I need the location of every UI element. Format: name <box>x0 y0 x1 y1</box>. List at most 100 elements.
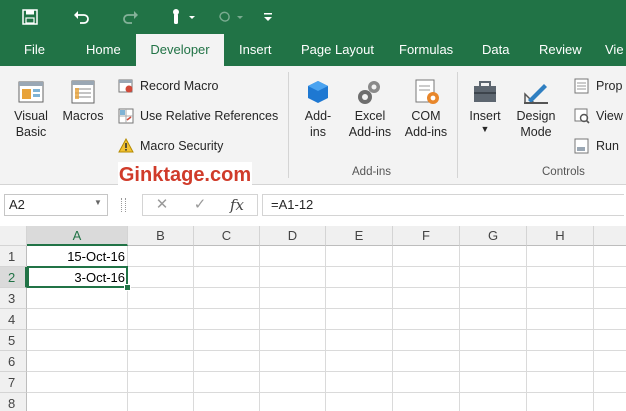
cell-a1[interactable]: 15-Oct-16 <box>27 246 128 267</box>
tab-view[interactable]: Vie <box>593 34 626 66</box>
grid-cell[interactable] <box>128 267 194 288</box>
view-code-button[interactable]: View <box>574 108 623 124</box>
tab-formulas[interactable]: Formulas <box>387 34 465 66</box>
grid-cell[interactable] <box>260 372 326 393</box>
grid-cell[interactable] <box>128 393 194 411</box>
grid-cell[interactable] <box>260 267 326 288</box>
customize-qat-icon[interactable] <box>258 3 278 31</box>
redo-icon[interactable] <box>114 3 146 31</box>
grid-cell[interactable] <box>527 372 594 393</box>
grid-cell[interactable] <box>527 351 594 372</box>
grid-cell[interactable] <box>27 393 128 411</box>
column-header-partial[interactable] <box>594 226 626 246</box>
column-header-g[interactable]: G <box>460 226 527 246</box>
enter-icon[interactable]: ✓ <box>188 194 212 216</box>
record-macro-button[interactable]: Record Macro <box>118 78 219 94</box>
grid-cell[interactable] <box>260 351 326 372</box>
row-header-8[interactable]: 8 <box>0 393 27 411</box>
grid-cell[interactable] <box>27 351 128 372</box>
row-header-3[interactable]: 3 <box>0 288 27 309</box>
save-icon[interactable] <box>14 3 46 31</box>
column-header-e[interactable]: E <box>326 226 393 246</box>
grid-cell[interactable] <box>326 246 393 267</box>
grid-cell[interactable] <box>594 267 626 288</box>
formula-bar-splitter[interactable] <box>121 198 126 212</box>
grid-cell[interactable] <box>594 330 626 351</box>
grid-cell[interactable] <box>527 309 594 330</box>
cancel-icon[interactable]: ✕ <box>150 194 174 216</box>
tab-data[interactable]: Data <box>470 34 521 66</box>
grid-cell[interactable] <box>194 309 260 330</box>
grid-cell[interactable] <box>460 351 527 372</box>
macros-button[interactable]: Macros <box>60 76 106 124</box>
tab-home[interactable]: Home <box>74 34 133 66</box>
use-relative-references-button[interactable]: Use Relative References <box>118 108 278 124</box>
row-header-7[interactable]: 7 <box>0 372 27 393</box>
grid-cell[interactable] <box>393 288 460 309</box>
grid-cell[interactable] <box>194 246 260 267</box>
grid-cell[interactable] <box>128 330 194 351</box>
tab-file[interactable]: File <box>12 34 57 66</box>
column-header-d[interactable]: D <box>260 226 326 246</box>
name-box-dropdown-icon[interactable]: ▼ <box>94 198 102 207</box>
grid-cell[interactable] <box>460 393 527 411</box>
grid-cell[interactable] <box>527 393 594 411</box>
grid-cell[interactable] <box>594 288 626 309</box>
touch-mode-icon[interactable] <box>162 3 202 31</box>
undo-icon[interactable] <box>66 3 98 31</box>
row-header-5[interactable]: 5 <box>0 330 27 351</box>
grid-cell[interactable] <box>527 330 594 351</box>
tab-insert[interactable]: Insert <box>227 34 284 66</box>
run-dialog-button[interactable]: Run <box>574 138 619 154</box>
grid-cell[interactable] <box>460 288 527 309</box>
grid-cell[interactable] <box>594 372 626 393</box>
fill-handle[interactable] <box>124 284 131 291</box>
grid-cell[interactable] <box>393 372 460 393</box>
grid-cell[interactable] <box>594 351 626 372</box>
grid-cell[interactable] <box>393 309 460 330</box>
select-all-corner[interactable] <box>0 226 27 246</box>
tab-page-layout[interactable]: Page Layout <box>289 34 386 66</box>
grid-cell[interactable] <box>194 393 260 411</box>
grid-cell[interactable] <box>27 309 128 330</box>
grid-cell[interactable] <box>260 309 326 330</box>
grid-cell[interactable] <box>393 330 460 351</box>
grid-cell[interactable] <box>594 246 626 267</box>
grid-cell[interactable] <box>326 351 393 372</box>
grid-cell[interactable] <box>460 267 527 288</box>
grid-cell[interactable] <box>27 372 128 393</box>
visual-basic-button[interactable]: Visual Basic <box>8 76 54 140</box>
grid-cell[interactable] <box>527 267 594 288</box>
grid-cell[interactable] <box>326 288 393 309</box>
grid-cell[interactable] <box>128 288 194 309</box>
column-header-h[interactable]: H <box>527 226 594 246</box>
row-header-6[interactable]: 6 <box>0 351 27 372</box>
insert-controls-button[interactable]: Insert ▼ <box>463 76 507 134</box>
grid-cell[interactable] <box>27 330 128 351</box>
grid-cell[interactable] <box>260 288 326 309</box>
grid-cell[interactable] <box>326 393 393 411</box>
macro-security-button[interactable]: Macro Security <box>118 138 223 154</box>
grid-cell[interactable] <box>326 267 393 288</box>
grid-cell[interactable] <box>128 309 194 330</box>
grid-cell[interactable] <box>194 372 260 393</box>
tab-review[interactable]: Review <box>527 34 594 66</box>
column-header-c[interactable]: C <box>194 226 260 246</box>
grid-cell[interactable] <box>460 330 527 351</box>
grid-cell[interactable] <box>128 351 194 372</box>
grid-cell[interactable] <box>326 372 393 393</box>
column-header-a[interactable]: A <box>27 226 128 246</box>
grid-cell[interactable] <box>128 372 194 393</box>
insert-function-icon[interactable]: fx <box>224 194 250 216</box>
shapes-icon[interactable] <box>210 3 250 31</box>
grid-cell[interactable] <box>194 351 260 372</box>
properties-button[interactable]: Prop <box>574 78 622 94</box>
name-box[interactable]: A2 <box>4 194 108 216</box>
row-header-2[interactable]: 2 <box>0 267 27 288</box>
grid-cell[interactable] <box>594 309 626 330</box>
grid-cell[interactable] <box>527 288 594 309</box>
grid-cell[interactable] <box>128 246 194 267</box>
grid-cell[interactable] <box>393 393 460 411</box>
grid-cell[interactable] <box>194 267 260 288</box>
grid-cell[interactable] <box>460 246 527 267</box>
